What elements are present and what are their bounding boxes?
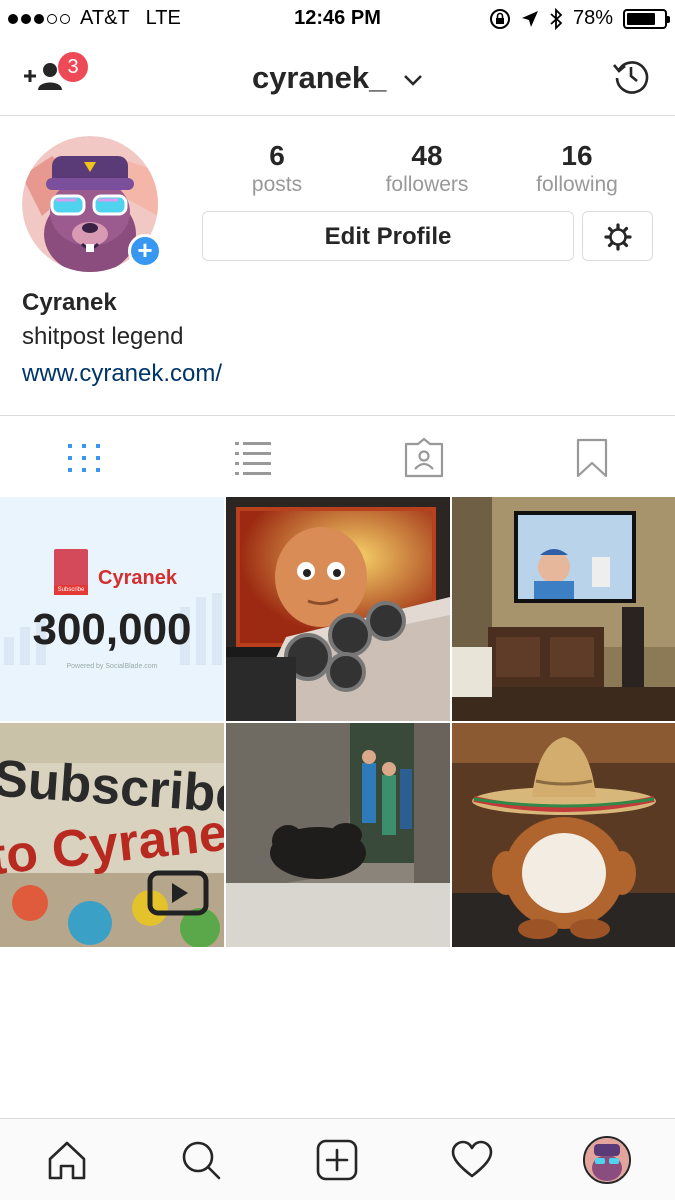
profile-header: 3 cyranek_	[0, 38, 675, 116]
add-post-icon	[316, 1139, 358, 1181]
stat-label: posts	[251, 173, 303, 196]
edit-profile-button[interactable]: Edit Profile	[202, 211, 574, 261]
tab-list[interactable]	[234, 438, 274, 478]
location-arrow-icon	[521, 10, 538, 27]
status-bar: AT&T LTE 12:46 PM 78%	[0, 0, 675, 38]
bluetooth-icon	[550, 7, 563, 30]
status-right: 78%	[489, 7, 670, 30]
powered-by-label: Powered by SocialBlade.com	[66, 663, 158, 670]
stat-value: 6	[269, 140, 285, 171]
followers-count[interactable]: 48 followers	[362, 140, 492, 198]
subscribe-label: Subscribe	[54, 585, 88, 595]
post-thumbnail[interactable]	[452, 497, 675, 721]
nav-home[interactable]	[46, 1139, 88, 1181]
profile-name: Cyranek	[22, 289, 117, 316]
options-button[interactable]	[582, 211, 653, 261]
bookmark-icon	[576, 438, 608, 478]
search-icon	[182, 1141, 221, 1180]
add-story-button[interactable]: +	[128, 234, 162, 268]
posts-count[interactable]: 6 posts	[212, 140, 342, 198]
gorilla-enclosure-photo	[226, 723, 450, 947]
profile-bio: shitpost legend	[22, 323, 184, 350]
profile-website-link[interactable]: www.cyranek.com/	[22, 360, 222, 388]
tab-tagged[interactable]	[403, 437, 444, 478]
rotation-lock-icon	[489, 8, 510, 29]
nav-profile[interactable]	[583, 1136, 631, 1184]
account-switcher[interactable]: cyranek_	[0, 60, 675, 96]
stat-value: 48	[411, 140, 443, 171]
archive-button[interactable]	[611, 56, 651, 96]
stat-label: following	[536, 173, 618, 196]
tagged-photos-icon	[404, 437, 444, 478]
profile-tabs	[0, 415, 675, 497]
living-room-tv-photo	[452, 497, 675, 721]
following-count[interactable]: 16 following	[512, 140, 642, 198]
bottom-navigation	[0, 1118, 675, 1200]
subscriber-count: 300,000	[32, 605, 192, 654]
heart-icon	[451, 1140, 493, 1178]
sombrero-plush-photo	[452, 723, 675, 947]
list-view-icon	[235, 442, 271, 475]
stat-value: 16	[561, 140, 593, 171]
nav-search[interactable]	[180, 1139, 222, 1181]
graffiti-wall-photo: Subscribe to Cyranek	[0, 723, 224, 947]
post-thumbnail[interactable]	[452, 723, 675, 947]
battery-percent: 78%	[572, 7, 613, 29]
post-thumbnail[interactable]: Subscribe to Cyranek	[0, 723, 224, 947]
nav-new-post[interactable]	[316, 1139, 358, 1181]
battery-level	[627, 12, 656, 25]
tab-grid[interactable]	[64, 438, 104, 478]
post-thumbnail[interactable]: Subscribe Cyranek 300,000 Powered by Soc…	[0, 497, 224, 721]
nav-activity[interactable]	[451, 1139, 493, 1181]
battery-icon	[623, 8, 670, 29]
meme-watch-photo	[226, 497, 450, 721]
chevron-down-icon	[404, 74, 422, 86]
username-title: cyranek_	[251, 60, 387, 95]
post-thumbnail[interactable]	[226, 497, 450, 721]
home-icon	[48, 1141, 86, 1180]
grid-view-icon	[68, 444, 100, 472]
profile-avatar-icon	[585, 1138, 629, 1182]
post-thumbnail[interactable]	[226, 723, 450, 947]
channel-name: Cyranek	[98, 567, 177, 589]
tab-saved[interactable]	[572, 438, 612, 478]
history-icon	[613, 61, 649, 94]
gear-icon	[604, 223, 632, 251]
stat-label: followers	[385, 173, 469, 196]
